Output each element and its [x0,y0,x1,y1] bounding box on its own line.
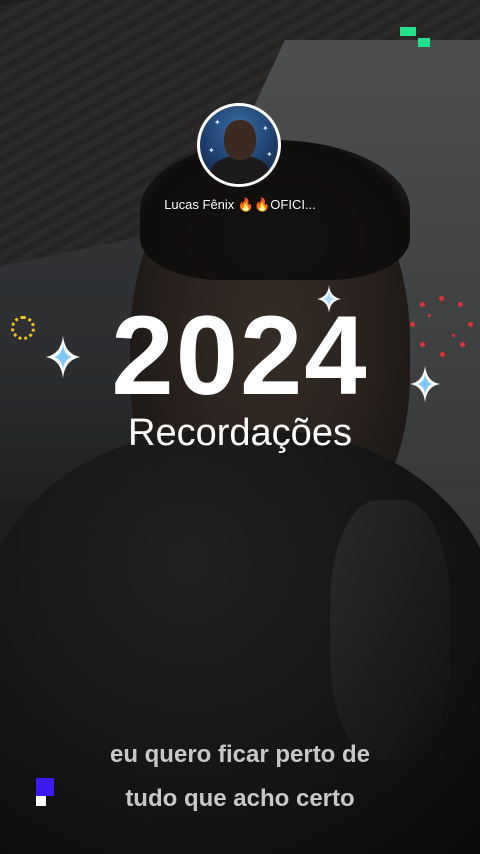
avatar[interactable]: ✦ ✦ ✦ ✦ [197,103,281,187]
recap-subtitle: Recordações [128,412,352,454]
corner-mark-icon [400,27,434,49]
caption-line-1: eu quero ficar perto de [109,741,371,768]
year-title: 2024 [111,293,369,418]
caption-line-2: tudo que acho certo [125,785,355,812]
profile-username[interactable]: Lucas Fênix 🔥🔥OFICI... [0,197,480,213]
